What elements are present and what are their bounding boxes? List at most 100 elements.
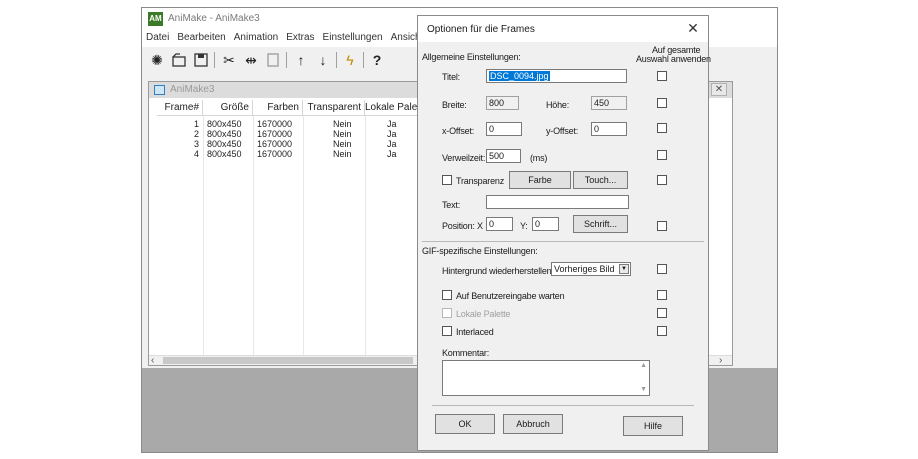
position-x-label: Position: X — [442, 221, 483, 231]
dialog-title: Optionen für die Frames — [427, 24, 535, 35]
scroll-down-icon[interactable]: ▼ — [640, 386, 647, 393]
position-x-input[interactable]: 0 — [486, 217, 513, 231]
xoffset-label: x-Offset: — [442, 126, 475, 136]
xoffset-input[interactable]: 0 — [486, 122, 522, 136]
apply-all-offset-checkbox[interactable] — [657, 123, 667, 133]
table-row[interactable]: 2 800x450 1670000 Nein Ja — [157, 129, 437, 139]
apply-all-size-checkbox[interactable] — [657, 98, 667, 108]
save-icon[interactable] — [192, 51, 210, 69]
transparency-checkbox[interactable] — [442, 175, 452, 185]
document-title: AniMake3 — [170, 84, 215, 95]
table-row[interactable]: 4 800x450 1670000 Nein Ja — [157, 149, 437, 159]
column-header-size[interactable]: Größe — [203, 100, 253, 116]
dialog-close-button[interactable]: ✕ — [683, 18, 703, 38]
column-header-frame[interactable]: Frame# — [157, 100, 203, 116]
position-y-input[interactable]: 0 — [532, 217, 559, 231]
interlaced-checkbox[interactable] — [442, 326, 452, 336]
title-label: Titel: — [442, 72, 460, 82]
cell-frame: 3 — [193, 139, 199, 149]
position-y-label: Y: — [520, 221, 528, 231]
bg-restore-label: Hintergrund wiederherstellen: — [442, 266, 554, 276]
cell-transparent: Nein — [333, 119, 352, 129]
cell-size: 800x450 — [207, 139, 242, 149]
height-field: 450 — [591, 96, 627, 110]
cell-local-palette: Ja — [387, 139, 397, 149]
title-input[interactable]: DSC_0094.jpg — [486, 69, 627, 83]
dialog-titlebar: Optionen für die Frames ✕ — [418, 16, 708, 42]
app-title: AniMake - AniMake3 — [168, 13, 260, 24]
color-button[interactable]: Farbe — [509, 171, 571, 189]
column-header-colors[interactable]: Farben — [253, 100, 303, 116]
button-divider — [432, 405, 694, 406]
title-input-value: DSC_0094.jpg — [489, 71, 550, 81]
text-input[interactable] — [486, 195, 629, 209]
sparkle-icon[interactable]: ✺ — [148, 51, 166, 69]
lightning-icon[interactable]: ϟ — [341, 51, 359, 69]
document-close-button[interactable]: ✕ — [711, 83, 727, 96]
ok-button[interactable]: OK — [435, 414, 495, 434]
cell-colors: 1670000 — [257, 119, 293, 129]
arrow-up-icon[interactable]: ↑ — [292, 51, 310, 69]
scroll-up-icon[interactable]: ▲ — [640, 362, 647, 369]
cell-size: 800x450 — [207, 119, 242, 129]
chevron-down-icon[interactable]: ▼ — [619, 264, 629, 274]
bg-restore-select[interactable]: Vorheriges Bild ▼ — [551, 262, 631, 276]
local-palette-label: Lokale Palette — [456, 309, 511, 319]
menu-einstellungen[interactable]: Einstellungen — [319, 30, 387, 45]
table-row[interactable]: 3 800x450 1670000 Nein Ja — [157, 139, 437, 149]
width-field: 800 — [486, 96, 519, 110]
cell-transparent: Nein — [333, 139, 352, 149]
cell-colors: 1670000 — [257, 139, 293, 149]
menu-bearbeiten[interactable]: Bearbeiten — [173, 30, 229, 45]
bg-restore-value: Vorheriges Bild — [554, 264, 615, 274]
paste-icon[interactable] — [264, 51, 282, 69]
menu-extras[interactable]: Extras — [282, 30, 318, 45]
yoffset-input[interactable]: 0 — [591, 122, 627, 136]
arrow-down-icon[interactable]: ↓ — [314, 51, 332, 69]
apply-all-text-checkbox[interactable] — [657, 221, 667, 231]
cell-frame: 1 — [193, 119, 199, 129]
cut-icon[interactable]: ✂ — [220, 51, 238, 69]
wait-input-label: Auf Benutzereingabe warten — [456, 291, 565, 301]
open-icon[interactable] — [170, 51, 188, 69]
local-palette-checkbox[interactable] — [442, 308, 452, 318]
column-header-transparent[interactable]: Transparent — [303, 100, 365, 116]
apply-all-header-2: Auswahl anwenden — [636, 54, 711, 64]
cell-transparent: Nein — [333, 149, 352, 159]
menu-datei[interactable]: Datei — [142, 30, 173, 45]
cancel-button[interactable]: Abbruch — [503, 414, 563, 434]
cell-colors: 1670000 — [257, 129, 293, 139]
cell-frame: 4 — [193, 149, 199, 159]
help-button[interactable]: Hilfe — [623, 416, 683, 436]
apply-all-delay-checkbox[interactable] — [657, 150, 667, 160]
cell-size: 800x450 — [207, 149, 242, 159]
delay-label: Verweilzeit: — [442, 153, 486, 163]
wait-input-checkbox[interactable] — [442, 290, 452, 300]
app-logo: AM — [148, 12, 163, 26]
width-label: Breite: — [442, 100, 467, 110]
help-icon[interactable]: ? — [368, 51, 386, 69]
apply-all-transparency-checkbox[interactable] — [657, 175, 667, 185]
apply-all-bg-checkbox[interactable] — [657, 264, 667, 274]
gif-settings-header: GIF-spezifische Einstellungen: — [422, 246, 538, 256]
apply-all-palette-checkbox[interactable] — [657, 308, 667, 318]
touch-button[interactable]: Touch... — [573, 171, 628, 189]
scroll-left-icon[interactable]: ‹ — [151, 355, 154, 366]
comment-label: Kommentar: — [442, 348, 490, 358]
delay-unit: (ms) — [530, 153, 548, 163]
font-button[interactable]: Schrift... — [573, 215, 628, 233]
cell-colors: 1670000 — [257, 149, 293, 159]
delay-input[interactable]: 500 — [486, 149, 521, 163]
menu-animation[interactable]: Animation — [230, 30, 282, 45]
apply-all-interlaced-checkbox[interactable] — [657, 326, 667, 336]
apply-all-title-checkbox[interactable] — [657, 71, 667, 81]
yoffset-label: y-Offset: — [546, 126, 579, 136]
scroll-right-icon[interactable]: › — [719, 355, 722, 366]
move-icon[interactable]: ⇹ — [242, 51, 260, 69]
table-row[interactable]: 1 800x450 1670000 Nein Ja — [157, 119, 437, 129]
cell-size: 800x450 — [207, 129, 242, 139]
cell-frame: 2 — [193, 129, 199, 139]
scrollbar-thumb[interactable] — [163, 357, 413, 364]
comment-textarea[interactable]: ▲ ▼ — [442, 360, 650, 396]
apply-all-wait-checkbox[interactable] — [657, 290, 667, 300]
